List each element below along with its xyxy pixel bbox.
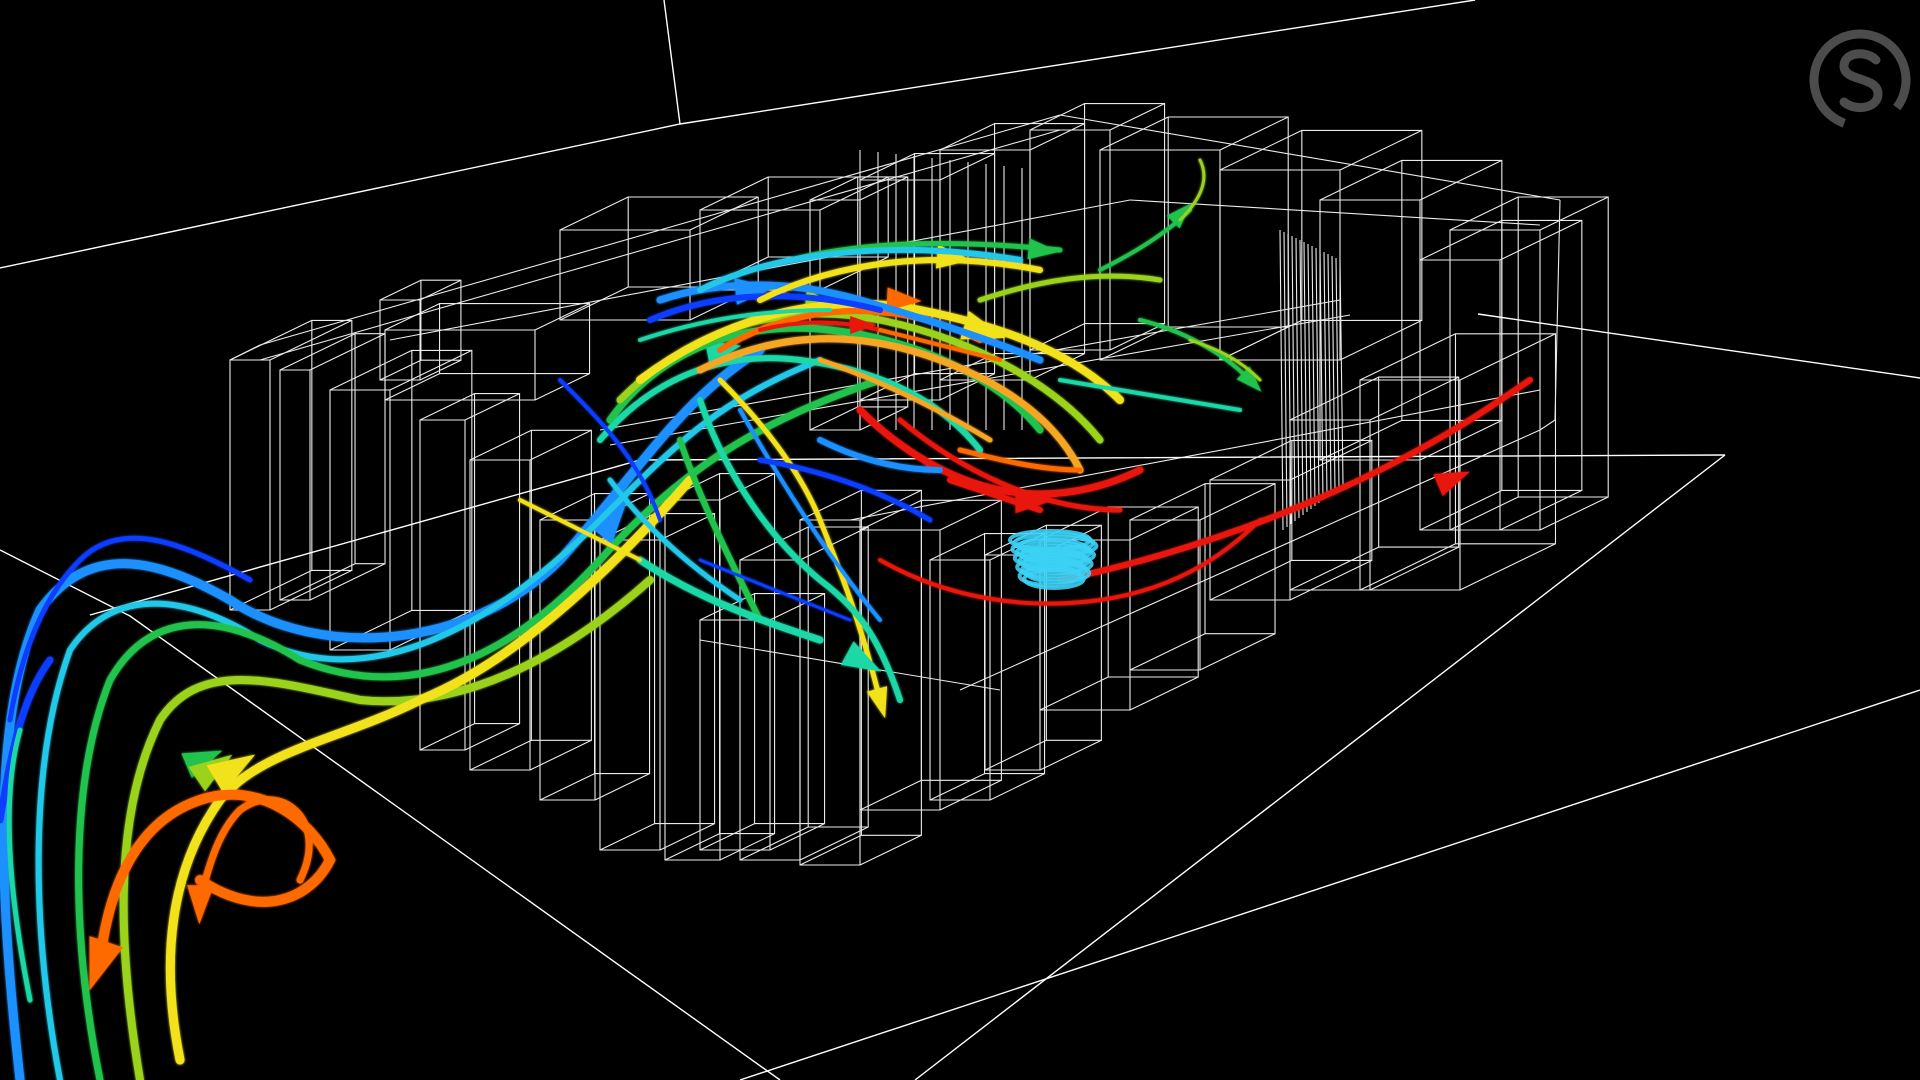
wireframe-box	[1359, 333, 1557, 591]
flow-arrow	[187, 885, 214, 925]
wireframe-edge	[1335, 257, 1340, 489]
cfd-viewport[interactable]	[0, 0, 1920, 1080]
wireframe-box	[739, 526, 869, 861]
wireframe-box	[229, 319, 353, 611]
flow-arrow	[1433, 471, 1470, 496]
building-wireframe	[229, 103, 1609, 866]
wireframe-edge	[849, 389, 1541, 521]
streamline	[1138, 318, 1252, 382]
wireframe-edge	[1327, 253, 1332, 495]
wireframe-edge	[1303, 241, 1308, 513]
flow-arrow	[1166, 203, 1192, 229]
wireframe-box	[1129, 483, 1276, 671]
wireframe-edge	[1279, 229, 1284, 531]
wireframe-edge	[1307, 243, 1312, 510]
wireframe-box	[384, 303, 591, 401]
wireframe-edge	[1283, 231, 1288, 528]
wireframe-edge	[1331, 255, 1336, 492]
wireframe-box	[1449, 196, 1609, 531]
wireframe-edge	[1315, 247, 1320, 504]
streamline	[1058, 378, 1242, 412]
wireframe-box	[329, 349, 473, 651]
airflow-scene	[0, 0, 1920, 1080]
domain-boundary	[0, 0, 1920, 1080]
circular-s-logo-icon	[1809, 29, 1911, 131]
wireframe-edge	[1539, 419, 1556, 431]
wireframe-box	[799, 489, 922, 866]
flow-arrow	[89, 936, 123, 991]
streamline	[75, 376, 884, 1080]
streamline	[95, 789, 336, 965]
flow-arrow	[866, 686, 888, 719]
wireframe-box	[1289, 376, 1460, 591]
streamline	[957, 447, 1083, 473]
vortex-swirl	[1008, 529, 1099, 590]
streamline	[165, 475, 695, 1065]
wireframe-edge	[1059, 114, 1561, 201]
wireframe-edge	[229, 344, 261, 361]
wireframe-edge	[1311, 245, 1316, 507]
wireframe-edge	[1339, 259, 1344, 486]
wireframe-box	[279, 333, 386, 601]
streamline	[977, 273, 1163, 303]
wireframe-edge	[1129, 199, 1541, 226]
